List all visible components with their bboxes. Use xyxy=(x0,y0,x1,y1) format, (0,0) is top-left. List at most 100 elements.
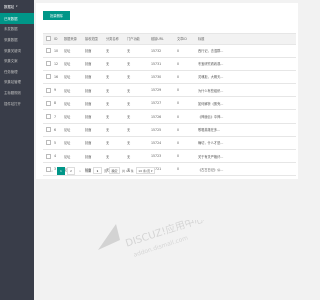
row-checkbox-cell[interactable] xyxy=(43,48,54,54)
source-cell: 论坛 xyxy=(64,128,71,133)
prev-page-button[interactable]: < xyxy=(49,168,55,174)
scope-cell: 封面 xyxy=(85,115,92,120)
row-checkbox-cell[interactable] xyxy=(43,153,54,159)
sidebar-header[interactable]: 数据站 ▾ xyxy=(0,0,34,13)
url-cell: 15724 xyxy=(151,140,162,145)
row-checkbox[interactable] xyxy=(46,61,51,67)
article-id-cell: 0 xyxy=(177,61,180,66)
title-cell: 如何解析《蛋壳... xyxy=(198,101,224,106)
page-button-2[interactable]: 2 xyxy=(67,166,75,175)
sidebar-item-unpublished[interactable]: 未发数据 xyxy=(0,24,34,35)
sidebar-item-title-rules[interactable]: 主标题规则 xyxy=(0,87,34,98)
watermark-logo-icon xyxy=(98,224,120,250)
row-checkbox-cell[interactable] xyxy=(43,100,54,106)
row-checkbox-cell[interactable] xyxy=(43,114,54,120)
source-cell: 论坛 xyxy=(64,75,71,80)
batch-delete-button[interactable]: 批量删除 xyxy=(43,11,70,20)
id-cell: 5 xyxy=(54,140,57,145)
sidebar-item-copy[interactable]: 采集文案 xyxy=(0,55,34,66)
id-cell: 10 xyxy=(54,48,59,53)
portal-cell: 无 xyxy=(127,49,131,54)
column-header-url: 链接URL xyxy=(151,37,164,42)
source-cell: 论坛 xyxy=(64,115,71,120)
url-cell: 15731 xyxy=(151,61,162,66)
goto-confirm-button[interactable]: 确定 xyxy=(109,166,121,175)
category-cell: 无 xyxy=(106,62,110,67)
category-cell: 无 xyxy=(106,49,110,54)
table-row[interactable]: 6 论坛 封面 无 无 15725 0 歌唱英雄在多... xyxy=(43,124,296,137)
sidebar-item-collect-data[interactable]: 采集数据 xyxy=(0,34,34,45)
title-cell: 《古古日记》公... xyxy=(198,167,224,172)
source-cell: 论坛 xyxy=(64,88,71,93)
sidebar-item-keywords[interactable]: 采集关键词 xyxy=(0,45,34,56)
page-button-1[interactable]: 1 xyxy=(57,166,65,175)
table-header-row: ID 数据来源 接收范围 分类名称 门户功能 链接URL 文章ID 标题 xyxy=(43,34,296,45)
title-cell: 灵魂拒，大概天... xyxy=(198,75,224,80)
row-checkbox[interactable] xyxy=(46,87,51,93)
sidebar-item-collected[interactable]: 已采数据 xyxy=(0,13,34,24)
chevron-down-icon: ▾ xyxy=(150,168,153,173)
article-id-cell: 0 xyxy=(177,140,180,145)
main-content: 批量删除 ID 数据来源 接收范围 分类名称 门户功能 链接URL 文章ID 标… xyxy=(34,0,300,300)
url-cell: 15726 xyxy=(151,114,162,119)
article-id-cell: 0 xyxy=(177,74,180,79)
row-checkbox[interactable] xyxy=(46,114,51,120)
watermark: DISCUZ!应用中心 addon.dismall.com xyxy=(98,220,206,259)
category-cell: 无 xyxy=(106,75,110,80)
row-checkbox[interactable] xyxy=(46,140,51,146)
row-checkbox-cell[interactable] xyxy=(43,140,54,146)
sidebar-header-label: 数据站 xyxy=(4,5,15,9)
row-checkbox[interactable] xyxy=(46,74,51,80)
select-all-cell[interactable] xyxy=(43,36,54,42)
portal-cell: 无 xyxy=(127,128,131,133)
column-header-scope: 接收范围 xyxy=(85,37,98,42)
table-row[interactable]: 7 论坛 封面 无 无 15726 0 《神魔伝》中神... xyxy=(43,110,296,124)
column-header-id: ID xyxy=(54,36,58,41)
row-checkbox-cell[interactable] xyxy=(43,127,54,133)
url-cell: 15727 xyxy=(151,101,162,106)
sidebar-item-sites[interactable]: 采集站管理 xyxy=(0,77,34,88)
category-cell: 无 xyxy=(106,88,110,93)
total-count: 共 13 条 xyxy=(122,168,134,173)
id-cell: 7 xyxy=(54,114,57,119)
row-checkbox[interactable] xyxy=(46,127,51,133)
url-cell: 15730 xyxy=(151,74,162,79)
title-cell: 西行记，去湿群... xyxy=(198,49,224,54)
column-header-title: 标题 xyxy=(198,37,205,42)
row-checkbox-cell[interactable] xyxy=(43,87,54,93)
table-body: 10 论坛 封面无无 15732 0 西行记，去湿群... 12 论坛 封面无无 15731 0 冬宝… xyxy=(43,45,296,177)
source-cell: 论坛 xyxy=(64,141,71,146)
id-cell: 16 xyxy=(54,74,59,79)
row-checkbox[interactable] xyxy=(46,48,51,54)
url-cell: 15725 xyxy=(151,127,162,132)
title-cell: 关于有关严格纤... xyxy=(198,154,224,159)
table-row[interactable]: 10 论坛 封面 无 无 15732 0 西行记，去湿群... xyxy=(43,45,296,58)
source-cell: 论坛 xyxy=(64,49,71,54)
table-row[interactable]: 4 论坛 封面 无 无 15723 0 关于有关严格纤... xyxy=(43,150,296,164)
column-header-article-id: 文章ID xyxy=(177,37,187,42)
select-all-checkbox[interactable] xyxy=(46,36,51,42)
column-header-portal: 门户功能 xyxy=(127,37,140,42)
sidebar-item-tasks[interactable]: 任务管理 xyxy=(0,66,34,77)
row-checkbox[interactable] xyxy=(46,100,51,106)
table-row[interactable]: 8 论坛 封面 无 无 15727 0 如何解析《蛋壳... xyxy=(43,97,296,111)
scope-cell: 封面 xyxy=(85,75,92,80)
table-row[interactable]: 5 论坛 封面 无 无 15724 0 确切，什么才是... xyxy=(43,137,296,150)
table-row[interactable]: 16 论坛 封面 无 无 15730 0 灵魂拒，大概天... xyxy=(43,71,296,85)
id-cell: 12 xyxy=(54,61,59,66)
next-page-button[interactable]: > xyxy=(77,168,83,174)
goto-label: 到第 xyxy=(85,168,92,173)
row-checkbox[interactable] xyxy=(46,153,51,159)
article-id-cell: 0 xyxy=(177,127,180,132)
title-cell: 歌唱英雄在多... xyxy=(198,128,221,133)
id-cell: 6 xyxy=(54,127,57,132)
row-checkbox-cell[interactable] xyxy=(43,74,54,80)
page-size-select[interactable]: 10 条/页 ▾ xyxy=(135,166,156,175)
table-row[interactable]: 12 论坛 封面 无 无 15731 0 冬宝研究看着观... xyxy=(43,58,296,71)
page-size-value: 10 条/页 xyxy=(138,168,151,173)
table-row[interactable]: 9 论坛 封面 无 无 15729 0 为什么有些组织... xyxy=(43,84,296,98)
goto-page-input[interactable] xyxy=(93,167,103,174)
sidebar-item-plugin-site[interactable]: 插件站打开 xyxy=(0,98,34,109)
caret-down-icon: ▾ xyxy=(16,5,18,8)
row-checkbox-cell[interactable] xyxy=(43,61,54,67)
